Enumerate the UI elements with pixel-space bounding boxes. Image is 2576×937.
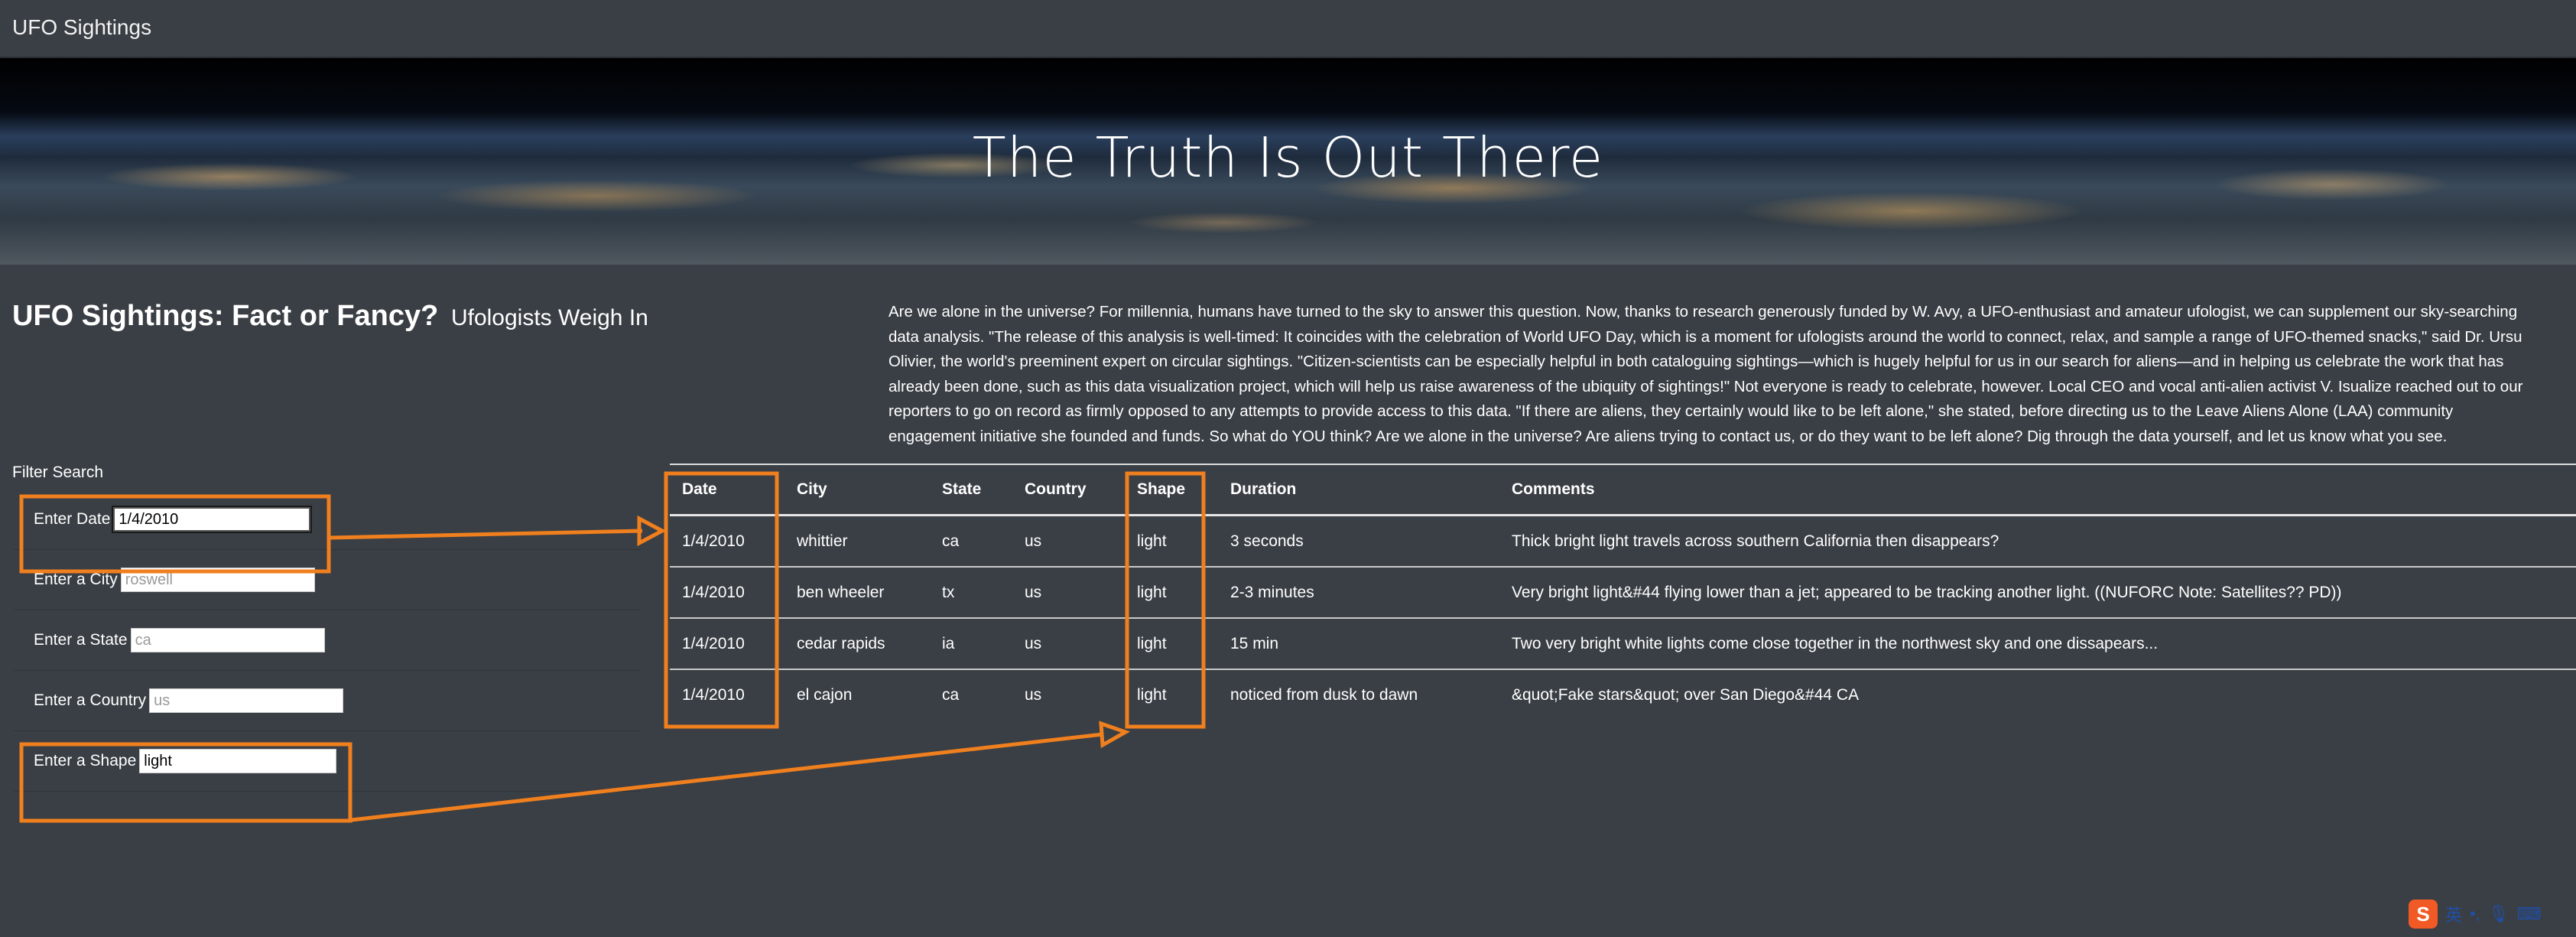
shape-arrow-head-icon: [1099, 721, 1131, 749]
cell-state: tx: [930, 567, 1012, 619]
cell-comments: Very bright light&#44 flying lower than …: [1499, 567, 2576, 619]
shape-input[interactable]: [139, 749, 337, 773]
intro-line: Are we alone in the universe? For millen…: [888, 303, 2518, 320]
keyboard-icon[interactable]: ⌨: [2517, 904, 2542, 924]
filter-date: Enter Date: [14, 490, 641, 550]
cell-state: ia: [930, 618, 1012, 670]
cell-duration: 3 seconds: [1218, 515, 1499, 568]
table-row: 1/4/2010 el cajon ca us light noticed fr…: [670, 669, 2576, 720]
column-header-duration: Duration: [1218, 465, 1499, 516]
cell-shape: light: [1137, 685, 1167, 704]
table-row: 1/4/2010 cedar rapids ia us light 15 min…: [670, 618, 2576, 670]
date-label: Enter Date: [34, 510, 111, 528]
intro-line: already been done, such as this data vis…: [888, 377, 2523, 395]
date-arrow-head-icon: [637, 515, 667, 547]
filter-state: Enter a State: [14, 610, 641, 671]
table-header-row: Date City State Country Shape Duration C…: [670, 465, 2576, 516]
hero-banner: The Truth Is Out There: [0, 58, 2576, 265]
cell-country: us: [1012, 515, 1125, 568]
table-row: 1/4/2010 whittier ca us light 3 seconds …: [670, 515, 2576, 568]
cell-state: ca: [930, 515, 1012, 568]
cell-date: 1/4/2010: [670, 515, 784, 568]
column-header-country: Country: [1012, 465, 1125, 516]
cell-shape: light: [1125, 515, 1218, 568]
cell-date: 1/4/2010: [670, 618, 784, 670]
cell-city: el cajon: [797, 685, 853, 704]
filter-list: Enter Date Enter a City Enter a State En…: [14, 490, 641, 792]
intro-line: data analysis. "The release of this anal…: [888, 327, 2522, 346]
hero-title: The Truth Is Out There: [972, 125, 1604, 190]
page-subtitle: Ufologists Weigh In: [450, 305, 648, 330]
country-input[interactable]: [149, 688, 344, 713]
cell-shape: light: [1125, 567, 1218, 619]
ime-toolbar[interactable]: S 英 •, 🎙 ⌨: [2409, 899, 2542, 929]
brand-link[interactable]: UFO Sightings: [12, 15, 151, 40]
filter-city: Enter a City: [14, 550, 641, 610]
cell-country: us: [1025, 685, 1042, 704]
cell-duration: 15 min: [1218, 618, 1499, 670]
page-title-main: UFO Sightings: Fact or Fancy?: [12, 300, 439, 332]
cell-comments: Thick bright light travels across southe…: [1499, 515, 2576, 568]
cell-date: 1/4/2010: [670, 567, 784, 619]
country-label: Enter a Country: [34, 691, 147, 709]
cell-shape: light: [1125, 618, 1218, 670]
cell-city: whittier: [784, 515, 930, 568]
intro-paragraph: Are we alone in the universe? For millen…: [888, 300, 2574, 453]
shape-label: Enter a Shape: [34, 752, 137, 769]
cell-comments: &quot;Fake stars&quot; over San Diego&#4…: [1512, 685, 1860, 704]
navbar: UFO Sightings: [0, 0, 2576, 58]
cell-country: us: [1012, 567, 1125, 619]
column-header-comments: Comments: [1499, 465, 2576, 516]
cell-date: 1/4/2010: [682, 685, 745, 704]
ufo-table: Date City State Country Shape Duration C…: [670, 465, 2576, 720]
city-label: Enter a City: [34, 571, 118, 588]
cell-city: cedar rapids: [784, 618, 930, 670]
date-input[interactable]: [112, 506, 313, 533]
cell-city: ben wheeler: [784, 567, 930, 619]
filter-shape: Enter a Shape: [14, 731, 641, 792]
filter-search-title: Filter Search: [12, 464, 104, 481]
column-header-date: Date: [670, 465, 784, 516]
page-title: UFO Sightings: Fact or Fancy? Ufologists…: [12, 300, 648, 333]
column-header-state: State: [930, 465, 1012, 516]
cell-country: us: [1012, 618, 1125, 670]
punctuation-icon[interactable]: •,: [2470, 904, 2480, 924]
city-input[interactable]: [120, 568, 315, 592]
ime-mode[interactable]: 英: [2445, 902, 2462, 926]
column-header-city: City: [784, 465, 930, 516]
state-label: Enter a State: [34, 631, 128, 649]
cell-comments: Two very bright white lights come close …: [1499, 618, 2576, 670]
table-row: 1/4/2010 ben wheeler tx us light 2-3 min…: [670, 567, 2576, 619]
sogou-logo-icon: S: [2409, 900, 2438, 929]
cell-duration: noticed from dusk to dawn: [1230, 685, 1418, 704]
intro-line: Olivier, the world's preeminent expert o…: [888, 353, 2504, 370]
filter-country: Enter a Country: [14, 671, 641, 731]
state-input[interactable]: [130, 628, 325, 652]
intro-line: engagement initiative she founded and fu…: [888, 427, 2448, 445]
cell-duration: 2-3 minutes: [1218, 567, 1499, 619]
results-table-container: Date City State Country Shape Duration C…: [670, 464, 2576, 720]
column-header-shape: Shape: [1125, 465, 1218, 516]
cell-state: ca: [942, 685, 960, 704]
intro-line: reporters to go on record as firmly oppo…: [888, 402, 2454, 420]
microphone-icon[interactable]: 🎙: [2488, 904, 2509, 924]
